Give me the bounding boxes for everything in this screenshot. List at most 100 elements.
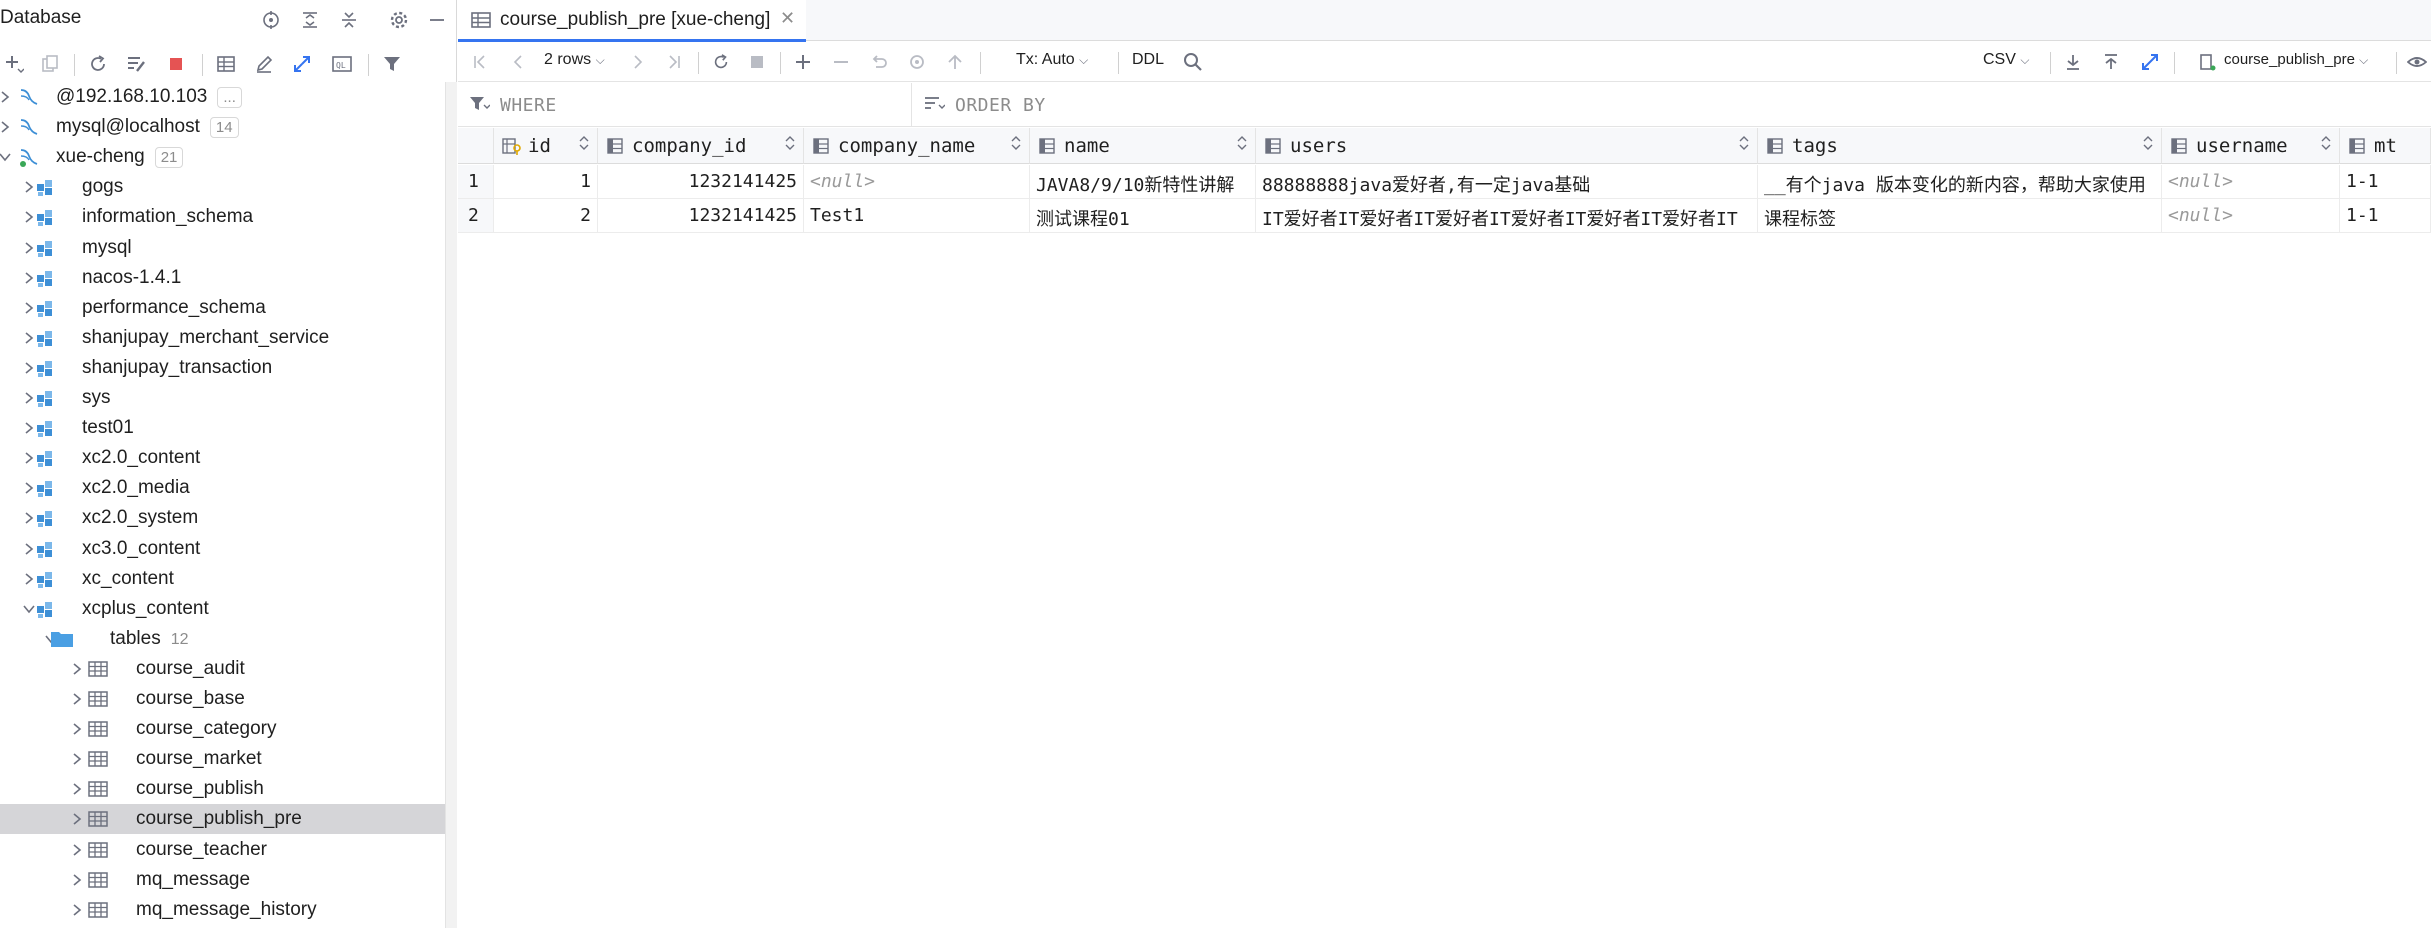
chevron-right-icon[interactable]	[0, 82, 14, 112]
cell-mt[interactable]: 1-1	[2340, 199, 2431, 233]
tree-item-course-audit[interactable]: course_audit	[0, 654, 445, 684]
column-header-mt[interactable]: mt	[2340, 128, 2431, 164]
tree-item-xc2-0-system[interactable]: xc2.0_system	[0, 503, 445, 533]
copy-icon[interactable]	[36, 50, 64, 78]
delete-row-icon[interactable]	[828, 48, 854, 76]
orderby-input[interactable]: ORDER BY	[913, 83, 2431, 127]
column-header-users[interactable]: users	[1256, 128, 1758, 164]
cancel-query-icon[interactable]	[744, 48, 770, 76]
compare-icon[interactable]	[2136, 48, 2164, 76]
tree-item-tables[interactable]: tables 12	[0, 624, 445, 654]
sort-toggle-icon[interactable]	[1011, 135, 1021, 154]
column-header-username[interactable]: username	[2162, 128, 2340, 164]
cell-company-id[interactable]: 1232141425	[598, 165, 804, 199]
tree-item-nacos-1-4-1[interactable]: nacos-1.4.1	[0, 263, 445, 293]
chevron-right-icon[interactable]	[68, 804, 86, 834]
tree-item-information-schema[interactable]: information_schema	[0, 202, 445, 232]
preview-changes-icon[interactable]	[904, 48, 930, 76]
cell-company-name[interactable]: Test1	[804, 199, 1030, 233]
cell-username[interactable]: <null>	[2162, 199, 2340, 233]
chevron-right-icon[interactable]	[68, 714, 86, 744]
stop-icon[interactable]	[162, 50, 190, 78]
tree-item-course-category[interactable]: course_category	[0, 714, 445, 744]
tree-item-xc2-0-media[interactable]: xc2.0_media	[0, 473, 445, 503]
tree-item-mq-message-history[interactable]: mq_message_history	[0, 895, 445, 925]
tree-item-mq-message[interactable]: mq_message	[0, 865, 445, 895]
tree-item-xc2-0-content[interactable]: xc2.0_content	[0, 443, 445, 473]
column-header-company-name[interactable]: company_name	[804, 128, 1030, 164]
chevron-right-icon[interactable]	[68, 895, 86, 925]
chevron-right-icon[interactable]	[68, 684, 86, 714]
sort-toggle-icon[interactable]	[579, 135, 589, 154]
tree-item-gogs[interactable]: gogs	[0, 172, 445, 202]
row-number[interactable]: 2	[458, 199, 494, 233]
tree-item-test01[interactable]: test01	[0, 413, 445, 443]
tree-item-course-teacher[interactable]: course_teacher	[0, 835, 445, 865]
sort-toggle-icon[interactable]	[1739, 135, 1749, 154]
cell-mt[interactable]: 1-1	[2340, 165, 2431, 199]
tree-item-192-168-10-103[interactable]: @192.168.10.103...	[0, 82, 445, 112]
minimize-icon[interactable]	[424, 7, 450, 33]
crosshair-icon[interactable]	[258, 7, 284, 33]
add-icon[interactable]	[0, 50, 28, 78]
column-header-id[interactable]: id	[494, 128, 598, 164]
sort-toggle-icon[interactable]	[2143, 135, 2153, 154]
cell-id[interactable]: 1	[494, 165, 598, 199]
chevron-right-icon[interactable]	[68, 654, 86, 684]
edit-icon[interactable]	[250, 50, 278, 78]
next-page-icon[interactable]	[626, 48, 650, 76]
refresh-icon[interactable]	[84, 50, 112, 78]
row-number[interactable]: 1	[458, 165, 494, 199]
tree-item-xcplus-content[interactable]: xcplus_content	[0, 594, 445, 624]
query-console-icon[interactable]: QL	[328, 50, 356, 78]
tree-item-course-publish-pre[interactable]: course_publish_pre	[0, 804, 445, 835]
upload-icon[interactable]	[2098, 48, 2124, 76]
reload-icon[interactable]	[708, 48, 734, 76]
schema-sync-icon[interactable]	[122, 50, 150, 78]
filter-icon[interactable]	[378, 50, 406, 78]
tree-item-mysql-localhost[interactable]: mysql@localhost 14	[0, 112, 445, 142]
chevron-right-icon[interactable]	[68, 835, 86, 865]
cell-users[interactable]: 88888888java爱好者,有一定java基础	[1256, 165, 1758, 199]
sort-toggle-icon[interactable]	[2321, 135, 2331, 154]
chevron-right-icon[interactable]	[68, 744, 86, 774]
chevron-right-icon[interactable]	[68, 865, 86, 895]
close-icon[interactable]: ✕	[780, 8, 795, 29]
eye-icon[interactable]	[2404, 48, 2430, 76]
table-view-icon[interactable]	[212, 50, 240, 78]
gear-icon[interactable]	[386, 7, 412, 33]
cell-name[interactable]: JAVA8/9/10新特性讲解	[1030, 165, 1256, 199]
tree-item-xue-cheng[interactable]: xue-cheng 21	[0, 142, 445, 172]
sort-toggle-icon[interactable]	[785, 135, 795, 154]
column-header-name[interactable]: name	[1030, 128, 1256, 164]
cell-users[interactable]: IT爱好者IT爱好者IT爱好者IT爱好者IT爱好者IT爱好者IT	[1256, 199, 1758, 233]
rows-count-dropdown[interactable]: 2 rows ⌵	[544, 51, 605, 69]
tree-item-mysql[interactable]: mysql	[0, 233, 445, 263]
cell-tags[interactable]: __有个java 版本变化的新内容，帮助大家使用	[1758, 165, 2162, 199]
column-header-tags[interactable]: tags	[1758, 128, 2162, 164]
tree-item-xc3-0-content[interactable]: xc3.0_content	[0, 534, 445, 564]
first-page-icon[interactable]	[468, 48, 492, 76]
cell-username[interactable]: <null>	[2162, 165, 2340, 199]
jump-to-icon[interactable]	[288, 50, 316, 78]
cell-company-id[interactable]: 1232141425	[598, 199, 804, 233]
tab-course-publish-pre[interactable]: course_publish_pre [xue-cheng] ✕	[458, 0, 806, 42]
tree-item-sys[interactable]: sys	[0, 383, 445, 413]
download-icon[interactable]	[2060, 48, 2086, 76]
cell-id[interactable]: 2	[494, 199, 598, 233]
tree-item-course-base[interactable]: course_base	[0, 684, 445, 714]
tree-item-shanjupay-merchant-service[interactable]: shanjupay_merchant_service	[0, 323, 445, 353]
sort-toggle-icon[interactable]	[1237, 135, 1247, 154]
last-page-icon[interactable]	[662, 48, 686, 76]
tree-item-xc-content[interactable]: xc_content	[0, 564, 445, 594]
ddl-button[interactable]: DDL	[1132, 51, 1164, 69]
column-header-company-id[interactable]: company_id	[598, 128, 804, 164]
search-icon[interactable]	[1180, 48, 1206, 76]
where-filter-input[interactable]: WHERE	[458, 83, 912, 127]
collapse-all-icon[interactable]	[336, 7, 362, 33]
tree-item-shanjupay-transaction[interactable]: shanjupay_transaction	[0, 353, 445, 383]
submit-icon[interactable]	[942, 48, 968, 76]
previous-page-icon[interactable]	[506, 48, 530, 76]
revert-icon[interactable]	[866, 48, 892, 76]
tree-scrollbar[interactable]	[445, 82, 457, 928]
